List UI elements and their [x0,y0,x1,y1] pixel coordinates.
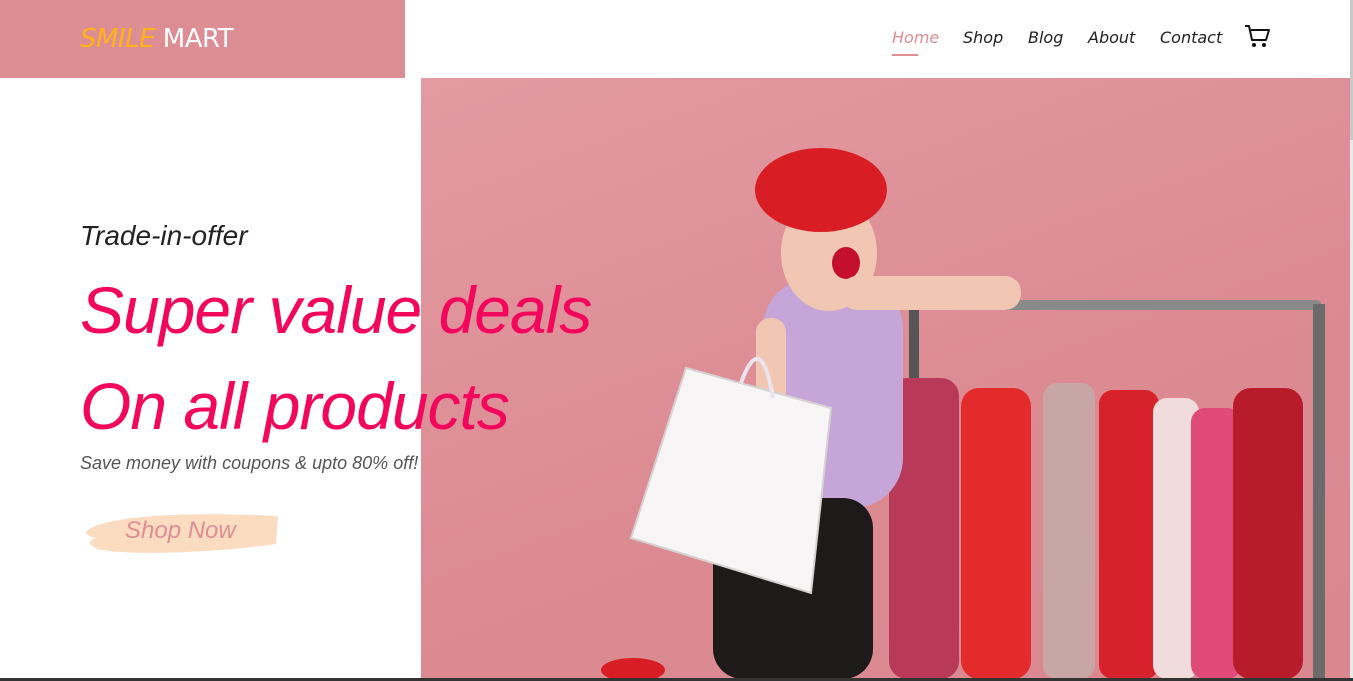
hero-image [421,78,1350,679]
nav-home[interactable]: Home [892,28,939,47]
hero-headline-line2: On all products [80,369,510,443]
hero-subtitle: Save money with coupons & upto 80% off! [80,453,419,473]
hero-headline-line1: Super value deals [80,273,592,347]
shop-now-label: Shop Now [125,517,236,544]
main-nav: Home Shop Blog About Contact [0,28,1353,58]
nav-shop[interactable]: Shop [963,28,1003,47]
nav-blog[interactable]: Blog [1028,28,1063,47]
nav-about[interactable]: About [1088,28,1135,47]
nav-active-indicator [892,54,918,56]
nav-contact[interactable]: Contact [1160,28,1222,47]
hero-eyebrow: Trade-in-offer [80,220,248,251]
shop-now-button[interactable]: Shop Now [80,508,280,556]
shopping-cart-icon[interactable] [1243,23,1271,49]
